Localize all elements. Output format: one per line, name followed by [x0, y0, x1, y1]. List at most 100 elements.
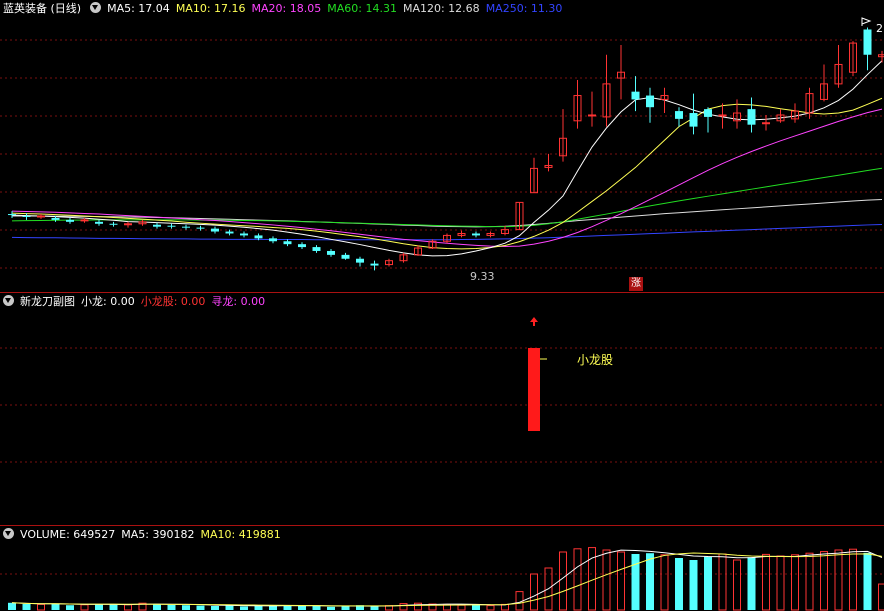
candle-body — [110, 224, 118, 225]
volume-bar — [269, 606, 277, 610]
candle-body — [226, 232, 234, 234]
volume-bar — [864, 553, 872, 610]
candle-body — [342, 255, 350, 259]
ma10-label: MA10: 17.16 — [176, 2, 246, 15]
candle-body — [298, 244, 306, 247]
candle-body — [240, 233, 248, 235]
candle-body — [763, 123, 770, 124]
indicator-panel[interactable]: 新龙刀副图小龙: 0.00小龙股: 0.00寻龙: 0.00 小龙股 — [0, 292, 884, 526]
volume-bar — [95, 604, 103, 610]
price-panel[interactable]: 蓝英装备 (日线)MA5: 17.04MA10: 17.16MA20: 18.0… — [0, 0, 884, 292]
volume-bar — [38, 604, 45, 610]
chevron-down-icon[interactable] — [3, 528, 14, 539]
volume-ma10-label: MA10: 419881 — [200, 528, 280, 541]
volume-bar — [211, 606, 219, 610]
candle-body — [646, 96, 654, 108]
candle-body — [197, 228, 205, 229]
volume-bar — [560, 552, 567, 610]
xunlong-label: 寻龙: 0.00 — [211, 295, 265, 308]
volume-bar — [704, 557, 712, 610]
price-panel-header: 蓝英装备 (日线)MA5: 17.04MA10: 17.16MA20: 18.0… — [0, 0, 568, 18]
ma60-line — [12, 168, 882, 226]
volume-bar — [821, 552, 828, 610]
flag-icon — [862, 18, 870, 26]
candle-body — [81, 220, 88, 221]
volume-bar — [777, 556, 784, 610]
signal-label: 小龙股 — [577, 351, 613, 368]
volume-header: VOLUME: 649527 MA5: 390182 MA10: 419881 — [0, 526, 287, 544]
volume-bar — [719, 554, 726, 610]
volume-bar — [690, 560, 698, 610]
volume-bar — [487, 606, 494, 610]
candle-body — [313, 247, 321, 251]
volume-bar — [531, 574, 538, 610]
candle-body — [23, 216, 31, 217]
volume-bar — [646, 553, 654, 610]
candle-body — [168, 226, 176, 227]
chevron-down-icon[interactable] — [3, 295, 14, 306]
xiaolong-label: 小龙: 0.00 — [81, 295, 135, 308]
volume-bar — [400, 604, 407, 610]
volume-bar — [168, 605, 176, 610]
candle-body — [153, 225, 161, 227]
candle-body — [284, 241, 292, 244]
xiaolonggu-label: 小龙股: 0.00 — [141, 295, 206, 308]
indicator-header: 新龙刀副图小龙: 0.00小龙股: 0.00寻龙: 0.00 — [0, 293, 271, 311]
candle-body — [52, 218, 60, 220]
candle-body — [125, 224, 132, 225]
volume-bar — [835, 550, 842, 610]
candle-body — [38, 216, 45, 217]
volume-label: VOLUME: 649527 — [20, 528, 115, 541]
volume-bar — [125, 605, 132, 610]
volume-bar — [675, 558, 683, 610]
zhang-badge: 涨 — [629, 277, 643, 291]
candle-body — [748, 109, 756, 125]
low-price-label: 9.33 — [470, 270, 495, 283]
volume-panel[interactable]: VOLUME: 649527 MA5: 390182 MA10: 419881 — [0, 525, 884, 611]
candle-body — [472, 233, 480, 235]
candle-body — [371, 264, 379, 266]
signal-bar — [528, 348, 540, 431]
volume-bar — [472, 605, 480, 610]
volume-bar — [298, 606, 306, 610]
volume-bar — [66, 605, 74, 610]
volume-bar — [748, 557, 756, 610]
candle-body — [675, 111, 683, 119]
ma250-label: MA250: 11.30 — [486, 2, 563, 15]
volume-bar — [8, 603, 16, 610]
ma20-label: MA20: 18.05 — [252, 2, 322, 15]
candle-body — [690, 113, 698, 127]
candle-body — [255, 235, 263, 238]
candle-body — [356, 259, 364, 263]
candle-body — [182, 227, 190, 228]
candle-body — [879, 55, 884, 57]
candle-body — [95, 222, 103, 224]
stock-title: 蓝英装备 (日线) — [3, 2, 81, 15]
candle-body — [589, 115, 596, 116]
volume-bar — [153, 604, 161, 610]
volume-bar — [240, 606, 248, 610]
volume-bar — [850, 549, 857, 610]
indicator-chart[interactable] — [0, 293, 884, 526]
volume-bar — [110, 604, 118, 610]
volume-bar — [734, 560, 741, 610]
volume-bar — [81, 605, 88, 610]
volume-bar — [52, 604, 60, 610]
price-chart[interactable] — [0, 0, 884, 292]
volume-bar — [342, 606, 350, 610]
ma120-label: MA120: 12.68 — [403, 2, 480, 15]
chevron-down-icon[interactable] — [90, 2, 101, 13]
volume-bar — [792, 555, 799, 610]
volume-bar — [182, 605, 190, 610]
volume-bar — [632, 554, 640, 610]
candle-body — [719, 115, 726, 116]
volume-bar — [763, 554, 770, 610]
volume-ma5-label: MA5: 390182 — [121, 528, 194, 541]
volume-bar — [661, 555, 668, 610]
volume-bar — [806, 553, 813, 610]
high-price-label: 2 — [876, 22, 883, 35]
volume-bar — [23, 604, 31, 610]
candle-body — [632, 92, 640, 100]
up-arrow-icon — [530, 317, 538, 326]
volume-bar — [618, 552, 625, 610]
